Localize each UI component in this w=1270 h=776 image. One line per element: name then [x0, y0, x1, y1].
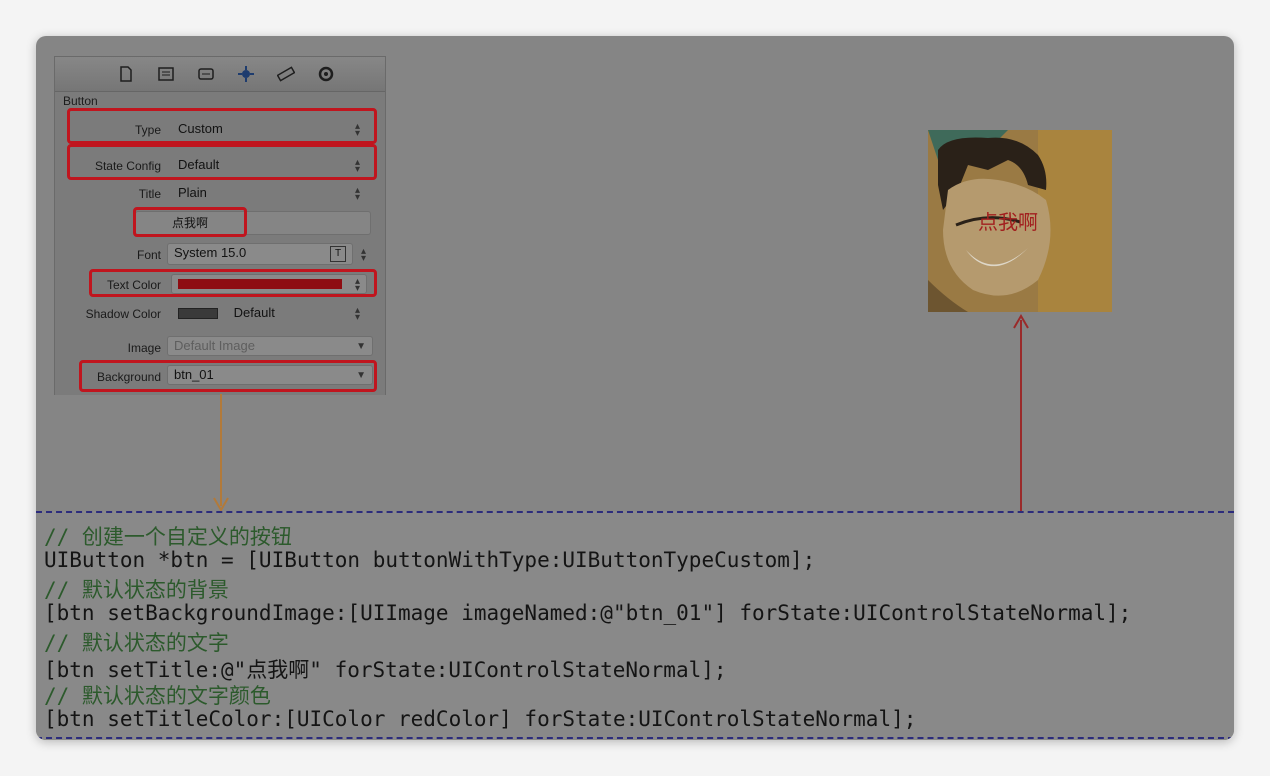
code-comment-line: // 默认状态的文字: [44, 631, 229, 655]
code-statement-line: UIButton *btn = [UIButton buttonWithType…: [44, 547, 816, 572]
code-comment-line: // 默认状态的背景: [44, 578, 229, 602]
annotation-arrows: [213, 314, 1029, 512]
code-statement-line: [btn setBackgroundImage:[UIImage imageNa…: [44, 600, 1132, 625]
code-statement-line: [btn setTitleColor:[UIColor redColor] fo…: [44, 706, 917, 731]
dashed-divider-bottom: [36, 737, 1234, 739]
code-comment-line: // 创建一个自定义的按钮: [44, 525, 292, 549]
code-statement-line: [btn setTitle:@"点我啊" forState:UIControlS…: [44, 657, 727, 682]
code-comment-line: // 默认状态的文字颜色: [44, 684, 271, 708]
screenshot-card: Button Type Custom ▴ ▾ State Config Defau…: [36, 36, 1234, 740]
code-listing: // 创建一个自定义的按钮 UIButton *btn = [UIButton b…: [36, 511, 1234, 740]
dashed-divider-top: [36, 511, 1234, 513]
